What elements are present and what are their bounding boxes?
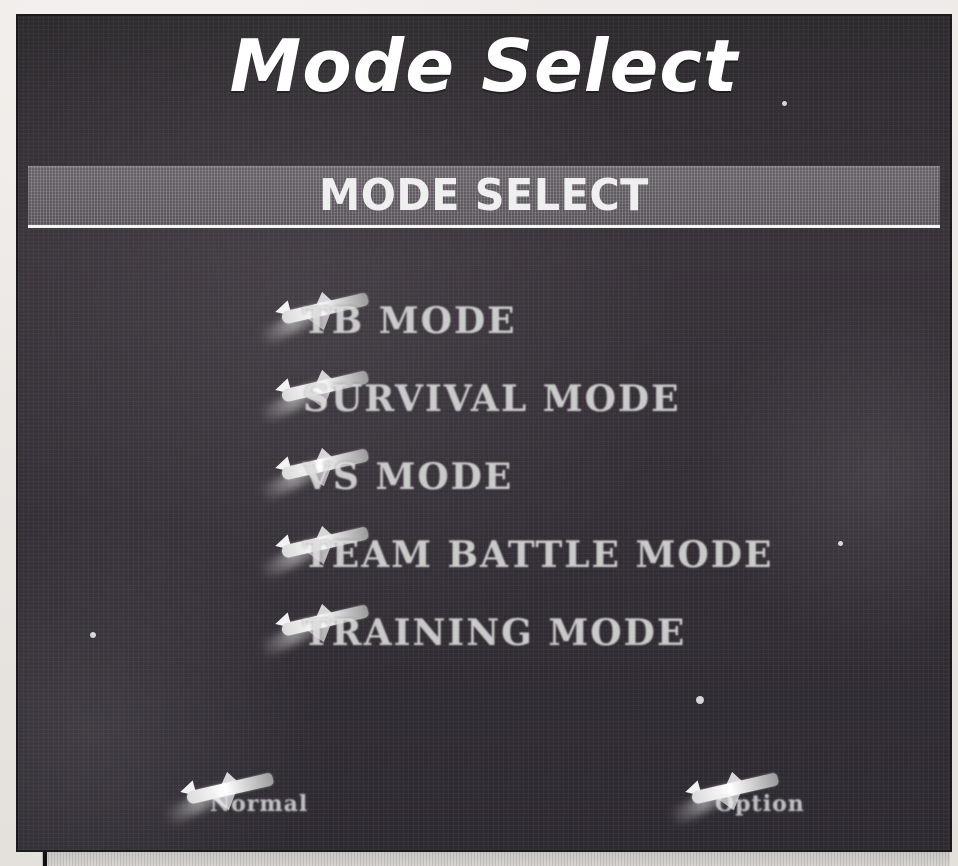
game-screen: Mode Select MODE SELECT TB MODE SURVIVAL… <box>16 14 952 852</box>
normal-button[interactable]: Normal <box>162 768 348 832</box>
menu-header-band: MODE SELECT <box>28 166 940 228</box>
menu-item-vs-mode[interactable]: VS MODE <box>257 444 823 504</box>
option-button[interactable]: Option <box>667 768 853 832</box>
menu-item-team-battle-mode[interactable]: TEAM BATTLE MODE <box>257 522 823 582</box>
scan-edge-mark <box>43 852 47 866</box>
menu-item-label: TB MODE <box>303 300 517 342</box>
menu-item-label: TRAINING MODE <box>303 612 687 654</box>
scan-bottom-strip <box>42 852 950 866</box>
screen-speck <box>696 696 704 704</box>
menu-item-training-mode[interactable]: TRAINING MODE <box>257 600 823 660</box>
menu-item-label: TEAM BATTLE MODE <box>303 534 774 576</box>
menu-item-tb-mode[interactable]: TB MODE <box>257 288 823 348</box>
normal-button-label: Normal <box>210 791 309 817</box>
page-title: Mode Select <box>229 24 739 108</box>
option-button-label: Option <box>715 791 805 817</box>
menu-item-label: VS MODE <box>303 456 514 498</box>
menu-item-label: SURVIVAL MODE <box>303 378 681 420</box>
mode-menu: TB MODE SURVIVAL MODE VS MODE TEAM BATTL… <box>257 288 823 668</box>
menu-header-title: MODE SELECT <box>319 170 649 221</box>
screen-speck <box>838 541 843 546</box>
menu-item-survival-mode[interactable]: SURVIVAL MODE <box>257 366 823 426</box>
screen-speck <box>782 101 787 106</box>
screen-speck <box>90 632 96 638</box>
menu-header-divider <box>28 225 940 228</box>
